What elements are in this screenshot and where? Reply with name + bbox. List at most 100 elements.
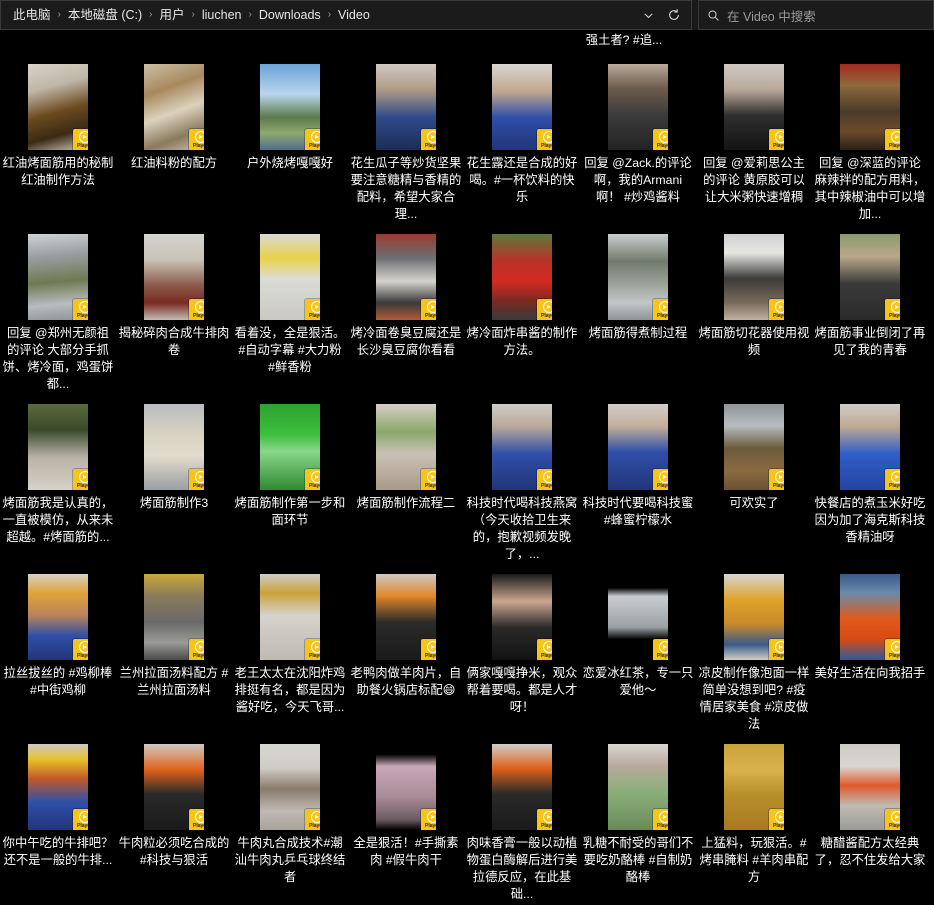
file-thumbnail[interactable]: Player [812, 744, 928, 832]
breadcrumb-item-5[interactable]: Video [334, 1, 374, 29]
file-item[interactable]: Player 烤冷面卷臭豆腐还是长沙臭豆腐你看看 [348, 228, 464, 398]
file-thumbnail[interactable]: Player [580, 744, 696, 832]
breadcrumb-item-3[interactable]: liuchen [198, 1, 246, 29]
file-thumbnail[interactable]: Player [232, 574, 348, 662]
file-thumbnail[interactable]: Player [348, 64, 464, 152]
file-thumbnail[interactable]: Player [580, 234, 696, 322]
file-thumbnail[interactable]: Player [232, 404, 348, 492]
file-item[interactable]: Player 俩家嘎嘎挣米，观众帮着要喝。都是人才呀！ [464, 568, 580, 738]
file-item[interactable]: Player 户外烧烤嘎嘎好 [232, 58, 348, 228]
player-badge-label: Player [657, 143, 668, 149]
file-thumbnail[interactable]: Player [464, 574, 580, 662]
file-thumbnail[interactable]: Player [812, 234, 928, 322]
file-thumbnail[interactable]: Player [116, 404, 232, 492]
file-item[interactable]: Player 牛肉粒必须吃合成的 #科技与狠活 [116, 738, 232, 905]
breadcrumb-item-4[interactable]: Downloads [255, 1, 325, 29]
file-thumbnail[interactable]: Player [696, 64, 812, 152]
file-item[interactable]: Player 美好生活在向我招手 [812, 568, 928, 738]
file-thumbnail[interactable]: Player [464, 64, 580, 152]
file-item[interactable]: Player 快餐店的煮玉米好吃因为加了海克斯科技香精油呀 [812, 398, 928, 568]
file-thumbnail[interactable]: Player [464, 234, 580, 322]
file-name-label: 烤面筋得煮制过程 [588, 326, 688, 340]
breadcrumb-separator: › [149, 9, 153, 20]
search-box[interactable]: 在 Video 中搜索 [698, 0, 934, 30]
file-thumbnail[interactable]: Player [0, 744, 116, 832]
file-thumbnail[interactable]: Player [580, 64, 696, 152]
file-thumbnail[interactable]: Player [116, 234, 232, 322]
file-item[interactable]: Player 花生露还是合成的好喝。#一杯饮料的快乐 [464, 58, 580, 228]
file-thumbnail[interactable]: Player [812, 64, 928, 152]
file-item[interactable]: Player 花生瓜子等炒货坚果要注意糖精与香精的配料，希望大家合理... [348, 58, 464, 228]
file-item[interactable]: Player 老鸭肉做羊肉片，自助餐火锅店标配😄 [348, 568, 464, 738]
file-item[interactable]: Player 红油料粉的配方 [116, 58, 232, 228]
file-thumbnail[interactable]: Player [0, 64, 116, 152]
file-thumbnail[interactable]: Player [580, 574, 696, 662]
file-item[interactable]: Player 红油烤面筋用的秘制红油制作方法 [0, 58, 116, 228]
file-thumbnail[interactable]: Player [464, 404, 580, 492]
file-item[interactable]: Player 可欢实了 [696, 398, 812, 568]
file-item[interactable]: Player 回复 @爱莉思公主的评论 黄原胶可以让大米粥快速增稠 [696, 58, 812, 228]
file-thumbnail[interactable]: Player [0, 574, 116, 662]
chevron-down-icon[interactable] [635, 2, 661, 28]
file-thumbnail[interactable]: Player [116, 64, 232, 152]
file-thumbnail[interactable]: Player [696, 744, 812, 832]
refresh-icon[interactable] [661, 2, 687, 28]
file-item[interactable]: Player 烤面筋制作3 [116, 398, 232, 568]
file-thumbnail[interactable]: Player [348, 404, 464, 492]
file-item[interactable]: Player 烤面筋制作流程二 [348, 398, 464, 568]
breadcrumb-item-2[interactable]: 用户 [156, 1, 189, 29]
breadcrumb-item-1[interactable]: 本地磁盘 (C:) [64, 1, 146, 29]
file-thumbnail[interactable]: Player [812, 574, 928, 662]
file-thumbnail[interactable]: Player [696, 404, 812, 492]
file-thumbnail[interactable]: Player [232, 744, 348, 832]
file-thumbnail[interactable]: Player [232, 64, 348, 152]
file-item[interactable]: Player 揭秘碎肉合成牛排肉卷 [116, 228, 232, 398]
file-item[interactable]: Player 烤面筋制作第一步和面环节 [232, 398, 348, 568]
file-item[interactable]: Player 回复 @Zack.的评论 啊，我的Armani啊！ #炒鸡酱料 [580, 58, 696, 228]
file-thumbnail[interactable]: Player [348, 234, 464, 322]
file-thumbnail[interactable]: Player [696, 574, 812, 662]
file-grid-area[interactable]: 强土者? #追... Player 红油烤面筋用的秘制红油制作方法 Player 红油… [0, 30, 934, 905]
file-item[interactable]: Player 上猛料，玩狠活。#烤串腌料 #羊肉串配方 [696, 738, 812, 905]
file-thumbnail[interactable]: Player [696, 234, 812, 322]
file-item[interactable]: Player 看着没，全是狠活。#自动字幕 #大力粉 #鲜香粉 [232, 228, 348, 398]
file-thumbnail[interactable]: Player [580, 404, 696, 492]
file-item[interactable]: Player 烤面筋切花器使用视频 [696, 228, 812, 398]
search-input[interactable]: 在 Video 中搜索 [727, 6, 816, 25]
file-item[interactable]: Player 拉丝拔丝的 #鸡柳棒 #中街鸡柳 [0, 568, 116, 738]
file-item[interactable]: Player 全是狠活！#手撕素肉 #假牛肉干 [348, 738, 464, 905]
address-bar[interactable]: 此电脑 › 本地磁盘 (C:) › 用户 › liuchen › Downloa… [0, 0, 692, 30]
file-grid[interactable]: Player红油烤面筋用的秘制红油制作方法Player红油料粉的配方Player… [0, 58, 934, 905]
file-grid-row: Player回复 @郑州无颜祖的评论 大部分手抓饼、烤冷面，鸡蛋饼都...Pla… [0, 228, 934, 398]
breadcrumb-item-0[interactable]: 此电脑 [9, 1, 55, 29]
file-thumbnail[interactable]: Player [116, 574, 232, 662]
player-badge-label: Player [425, 823, 436, 829]
file-item[interactable]: Player 烤面筋事业倒闭了再见了我的青春 [812, 228, 928, 398]
file-item[interactable]: Player 恋爱冰红茶，专一只爱他～ [580, 568, 696, 738]
file-item[interactable]: Player 科技时代喝科技燕窝 （今天收拾卫生来的，抱歉视频发晚了，... [464, 398, 580, 568]
file-thumbnail[interactable]: Player [348, 744, 464, 832]
file-item[interactable]: Player 牛肉丸合成技术#潮汕牛肉丸乒乓球终结者 [232, 738, 348, 905]
file-item[interactable]: Player 烤面筋得煮制过程 [580, 228, 696, 398]
file-thumbnail[interactable]: Player [464, 744, 580, 832]
file-item[interactable]: Player 肉味香膏一般以动植物蛋白酶解后进行美拉德反应，在此基础... [464, 738, 580, 905]
breadcrumb[interactable]: 此电脑 › 本地磁盘 (C:) › 用户 › liuchen › Downloa… [9, 1, 635, 29]
file-item[interactable]: Player 凉皮制作像泡面一样简单没想到吧? #疫情居家美食 #凉皮做法 [696, 568, 812, 738]
file-item[interactable]: Player 乳糖不耐受的哥们不要吃奶酪棒 #自制奶酪棒 [580, 738, 696, 905]
file-thumbnail[interactable]: Player [116, 744, 232, 832]
file-item[interactable]: Player 老王太太在沈阳炸鸡排挺有名，都是因为酱好吃，今天飞哥... [232, 568, 348, 738]
file-item[interactable]: Player 糖醋酱配方太经典了，忍不住发给大家 [812, 738, 928, 905]
file-item[interactable]: Player 科技时代要喝科技蜜 #蜂蜜柠檬水 [580, 398, 696, 568]
file-item[interactable]: Player 烤面筋我是认真的，一直被模仿，从来未超越。#烤面筋的... [0, 398, 116, 568]
file-thumbnail[interactable]: Player [0, 404, 116, 492]
file-item[interactable]: Player 回复 @深蓝的评论 麻辣拌的配方用料，其中辣椒油中可以增加... [812, 58, 928, 228]
file-item[interactable]: Player 回复 @郑州无颜祖的评论 大部分手抓饼、烤冷面，鸡蛋饼都... [0, 228, 116, 398]
file-item[interactable]: Player 兰州拉面汤料配方 #兰州拉面汤料 [116, 568, 232, 738]
file-thumbnail[interactable]: Player [232, 234, 348, 322]
file-item[interactable]: Player 烤冷面炸串酱的制作方法。 [464, 228, 580, 398]
file-thumbnail[interactable]: Player [0, 234, 116, 322]
file-thumbnail[interactable]: Player [812, 404, 928, 492]
file-item[interactable]: Player 你中午吃的牛排吧？还不是一般的牛排... [0, 738, 116, 905]
file-thumbnail[interactable]: Player [348, 574, 464, 662]
file-name-label: 回复 @Zack.的评论 啊，我的Armani啊！ #炒鸡酱料 [584, 156, 692, 204]
